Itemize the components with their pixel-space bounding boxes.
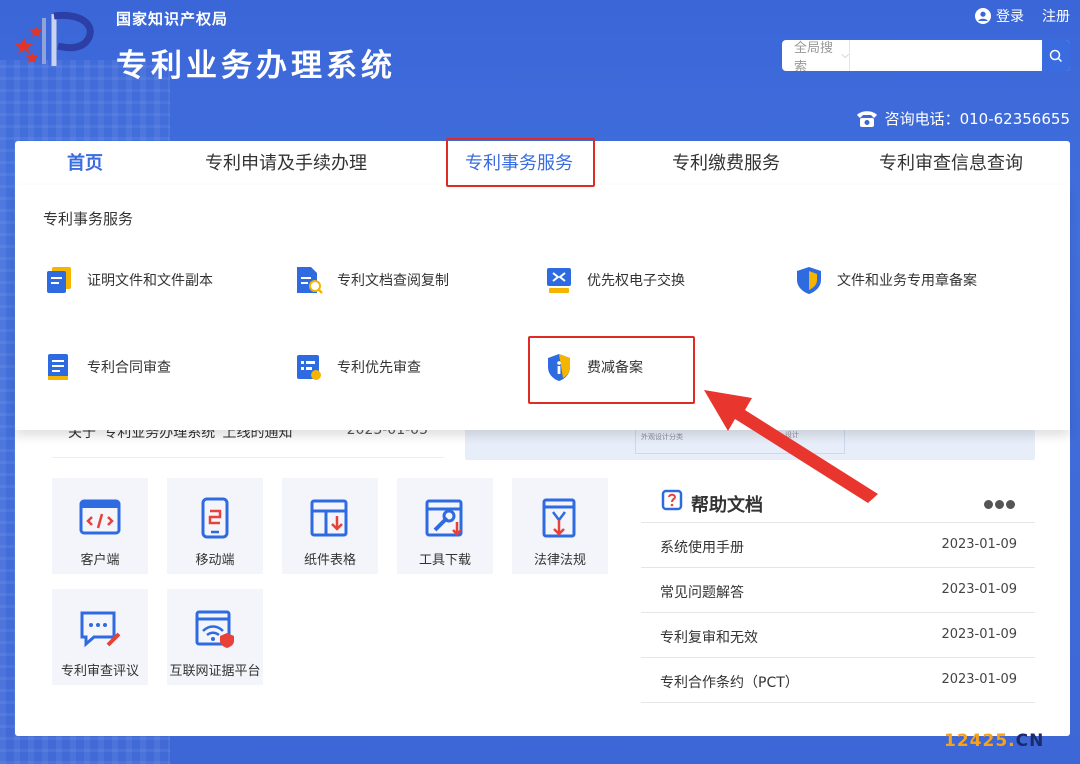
menu-item-contract-review[interactable]: 专利合同审查: [45, 352, 171, 382]
menu-item-priority-exchange[interactable]: 优先权电子交换: [545, 265, 685, 295]
system-title: 专利业务办理系统: [116, 48, 396, 84]
menu-item-label: 优先权电子交换: [587, 273, 685, 289]
wifi-evidence-icon: [195, 610, 234, 648]
search-scope-label: 全局搜索: [794, 40, 834, 72]
help-row[interactable]: 专利复审和无效 2023-01-09: [641, 613, 1035, 658]
help-row-title: 专利合作条约（PCT）: [660, 675, 799, 691]
menu-item-label: 文件和业务专用章备案: [837, 273, 977, 289]
form-download-icon: [310, 499, 348, 537]
help-row[interactable]: 常见问题解答 2023-01-09: [641, 568, 1035, 613]
tool-download-icon: [425, 499, 463, 537]
help-docs-panel: 帮助文档 系统使用手册 2023-01-09 常见问题解答 2023-01-09…: [641, 483, 1035, 703]
exchange-icon: [547, 268, 571, 293]
tile-review-feedback[interactable]: 专利审查评议: [52, 589, 148, 685]
tile-internet-evidence[interactable]: 互联网证据平台: [167, 589, 263, 685]
more-icon[interactable]: [982, 500, 1015, 509]
nav-fee-services[interactable]: 专利缴费服务: [672, 149, 780, 175]
code-window-icon: [79, 499, 121, 535]
tile-tool-download[interactable]: 工具下载: [397, 478, 493, 574]
nav-home[interactable]: 首页: [67, 149, 103, 175]
help-row-date: 2023-01-09: [941, 582, 1017, 597]
menu-item-label: 证明文件和文件副本: [87, 273, 213, 289]
search-icon: [1049, 49, 1063, 62]
user-area: 登录 注册: [975, 6, 1070, 26]
tile-label: 法律法规: [533, 553, 586, 568]
help-row-title: 常见问题解答: [660, 585, 744, 601]
help-row-title: 专利复审和无效: [660, 630, 758, 646]
tile-laws[interactable]: 法律法规: [512, 478, 608, 574]
menu-item-label: 专利合同审查: [87, 360, 171, 376]
banner-caption-right: 设计: [785, 431, 799, 439]
help-doc-icon: [661, 489, 683, 511]
help-row-date: 2023-01-09: [941, 537, 1017, 552]
tile-label: 专利审查评议: [60, 664, 139, 679]
banner-caption-left: 外观设计分类: [641, 433, 683, 441]
tile-client[interactable]: 客户端: [52, 478, 148, 574]
wechat-icon: [894, 702, 925, 726]
document-copy-icon: [47, 267, 71, 293]
highlight-nav-patent-services: [446, 138, 595, 187]
help-row[interactable]: 系统使用手册 2023-01-09: [641, 523, 1035, 568]
search-input[interactable]: [850, 40, 1043, 71]
hotline-text: 咨询电话：010-62356655: [884, 110, 1070, 128]
law-book-icon: [542, 498, 576, 538]
search-button[interactable]: [1042, 40, 1070, 71]
nav-examination-query[interactable]: 专利审查信息查询: [879, 149, 1023, 175]
tile-mobile[interactable]: 移动端: [167, 478, 263, 574]
dropdown-title: 专利事务服务: [43, 210, 134, 228]
site-watermark-suffix: CN: [1015, 731, 1045, 751]
chevron-down-icon: ⌵: [841, 50, 850, 61]
global-search: 全局搜索 ⌵: [782, 40, 1070, 71]
tile-paper-forms[interactable]: 纸件表格: [282, 478, 378, 574]
menu-item-label: 专利文档查阅复制: [337, 273, 449, 289]
tile-label: 客户端: [80, 553, 120, 568]
menu-item-label: 专利优先审查: [337, 360, 421, 376]
hotline: 咨询电话：010-62356655: [855, 108, 1070, 129]
nav-application[interactable]: 专利申请及手续办理: [205, 149, 367, 175]
document-search-icon: [297, 267, 323, 294]
watermark: 专利质量: [893, 700, 1015, 729]
menu-item-priority-review[interactable]: 专利优先审查: [295, 352, 421, 382]
review-chat-icon: [80, 611, 121, 648]
menu-item-seal-filing[interactable]: 文件和业务专用章备案: [795, 265, 977, 295]
org-name: 国家知识产权局: [116, 10, 229, 28]
help-docs-header: 帮助文档: [641, 483, 1035, 523]
help-row[interactable]: 专利合作条约（PCT） 2023-01-09: [641, 658, 1035, 703]
register-link[interactable]: 注册: [1042, 6, 1070, 26]
mobile-icon: [201, 497, 229, 539]
help-docs-title: 帮助文档: [691, 495, 763, 516]
watermark-text: 专利质量: [935, 704, 1015, 728]
phone-icon: [856, 110, 877, 127]
contract-icon: [48, 354, 68, 380]
tile-label: 纸件表格: [303, 553, 356, 568]
search-scope-select[interactable]: 全局搜索 ⌵: [782, 40, 851, 72]
help-row-date: 2023-01-09: [941, 627, 1017, 642]
tile-label: 互联网证据平台: [169, 664, 261, 679]
help-row-date: 2023-01-09: [941, 672, 1017, 687]
site-watermark-number: 12425.: [944, 731, 1016, 751]
shield-seal-icon: [797, 267, 821, 294]
tile-label: 移动端: [195, 553, 235, 568]
login-link[interactable]: 登录: [996, 6, 1024, 26]
user-icon[interactable]: [975, 8, 991, 24]
priority-review-icon: [297, 355, 321, 380]
menu-item-certificate-copy[interactable]: 证明文件和文件副本: [45, 265, 213, 295]
site-watermark: 12425.CN: [944, 731, 1044, 751]
tile-label: 工具下载: [418, 553, 471, 568]
highlight-fee-reduction: [528, 336, 695, 404]
cnipa-logo-icon[interactable]: [14, 8, 100, 70]
menu-item-document-review[interactable]: 专利文档查阅复制: [295, 265, 449, 295]
help-row-title: 系统使用手册: [660, 540, 744, 556]
